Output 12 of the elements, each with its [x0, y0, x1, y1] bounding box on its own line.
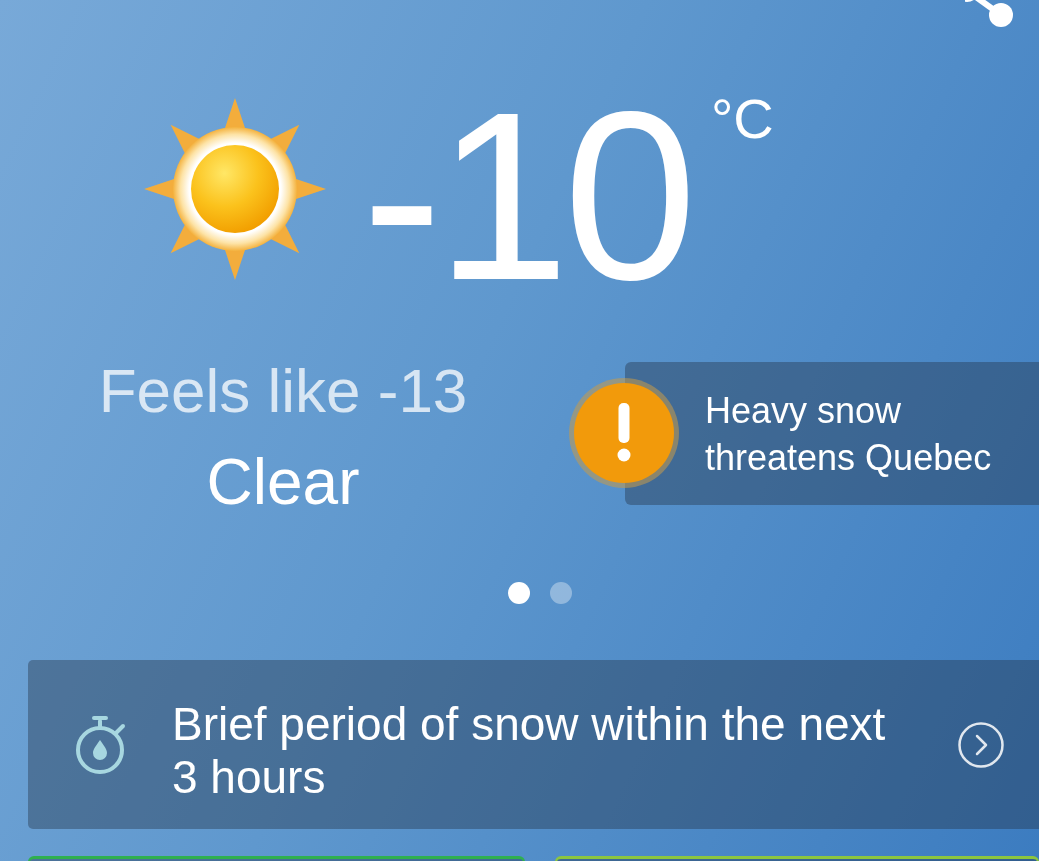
nowcast-card[interactable]: Brief period of snow within the next 3 hours [28, 660, 1039, 829]
alert-text: Heavy snow threatens Quebec [705, 388, 993, 480]
temperature-unit: °C [710, 91, 774, 147]
condition-text: Clear [206, 450, 360, 514]
stopwatch-icon [75, 713, 128, 776]
sun-icon [143, 97, 327, 281]
alert-card[interactable]: Heavy snow threatens Quebec [625, 362, 1039, 505]
temperature: -10 [362, 76, 691, 316]
nowcast-text: Brief period of snow within the next 3 hours [172, 696, 887, 804]
warning-icon [569, 378, 679, 488]
chevron-right-icon[interactable] [958, 721, 1004, 768]
feels-like-text: Feels like -13 [98, 360, 468, 422]
